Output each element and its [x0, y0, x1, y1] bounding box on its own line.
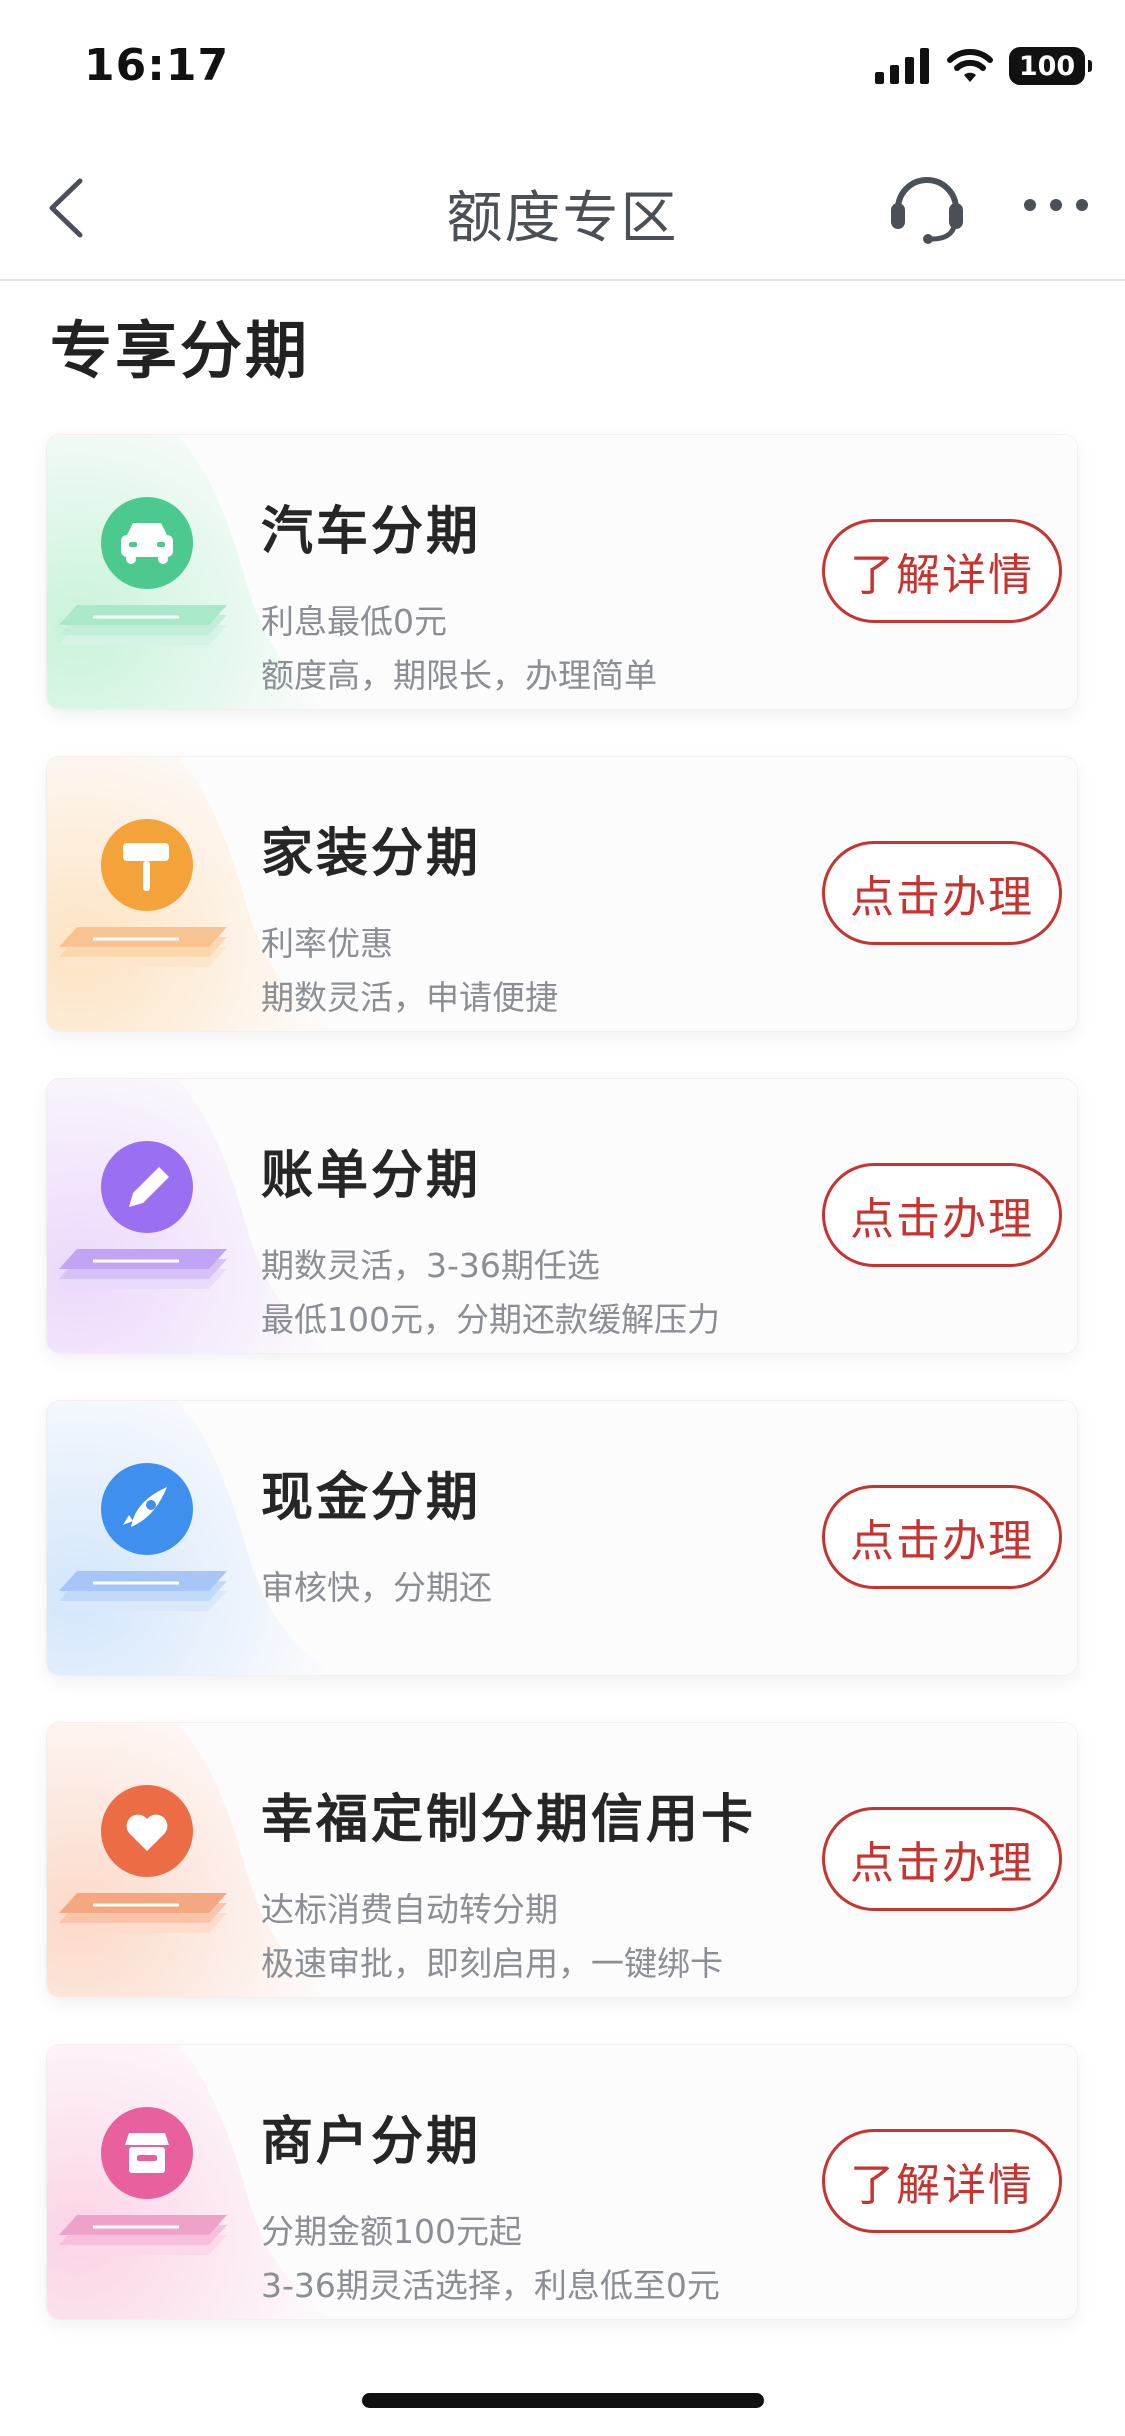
card-home-decor-installment[interactable]: 家装分期 利率优惠 期数灵活，申请便捷 点击办理 — [46, 756, 1078, 1032]
apply-button[interactable]: 点击办理 — [822, 1485, 1062, 1589]
card-subtitle: 期数灵活，3-36期任选 — [261, 1246, 600, 1285]
section-title: 专享分期 — [50, 314, 311, 387]
installment-card-list: 汽车分期 利息最低0元 额度高，期限长，办理简单 了解详情 家装分期 利率优惠 … — [46, 434, 1078, 2366]
signal-icon — [875, 48, 929, 84]
store-icon — [59, 2107, 227, 2255]
card-description: 3-36期灵活选择，利息低至0元 — [261, 2266, 720, 2305]
card-title: 商户分期 — [261, 2112, 482, 2172]
status-time: 16:17 — [84, 40, 230, 91]
apply-button[interactable]: 点击办理 — [822, 841, 1062, 945]
nav-bar: 额度专区 — [0, 135, 1125, 281]
card-description: 极速审批，即刻启用，一键绑卡 — [261, 1944, 723, 1983]
card-description: 最低100元，分期还款缓解压力 — [261, 1300, 720, 1339]
card-title: 账单分期 — [261, 1146, 482, 1206]
apply-button[interactable]: 点击办理 — [822, 1163, 1062, 1267]
card-description: 额度高，期限长，办理简单 — [261, 656, 657, 695]
card-happiness-credit-card[interactable]: 幸福定制分期信用卡 达标消费自动转分期 极速审批，即刻启用，一键绑卡 点击办理 — [46, 1722, 1078, 1998]
card-description: 期数灵活，申请便捷 — [261, 978, 558, 1017]
battery-indicator: 100 — [1009, 47, 1092, 85]
card-subtitle: 分期金额100元起 — [261, 2212, 522, 2251]
status-icons: 100 — [875, 44, 1092, 88]
card-title: 现金分期 — [261, 1468, 482, 1528]
wifi-icon — [947, 49, 993, 82]
card-cash-installment[interactable]: 现金分期 审核快，分期还 点击办理 — [46, 1400, 1078, 1676]
card-car-installment[interactable]: 汽车分期 利息最低0元 额度高，期限长，办理简单 了解详情 — [46, 434, 1078, 710]
card-subtitle: 达标消费自动转分期 — [261, 1890, 558, 1929]
card-subtitle: 审核快，分期还 — [261, 1568, 492, 1607]
card-subtitle: 利率优惠 — [261, 924, 393, 963]
home-indicator[interactable] — [362, 2393, 764, 2408]
apply-button[interactable]: 点击办理 — [822, 1807, 1062, 1911]
learn-more-button[interactable]: 了解详情 — [822, 2129, 1062, 2233]
car-icon — [59, 497, 227, 645]
card-bill-installment[interactable]: 账单分期 期数灵活，3-36期任选 最低100元，分期还款缓解压力 点击办理 — [46, 1078, 1078, 1354]
headset-icon[interactable] — [888, 165, 966, 245]
status-bar: 16:17 100 — [0, 0, 1125, 135]
heart-icon — [59, 1785, 227, 1933]
paint-roller-icon — [59, 819, 227, 967]
card-title: 幸福定制分期信用卡 — [261, 1790, 757, 1850]
card-title: 家装分期 — [261, 824, 482, 884]
learn-more-button[interactable]: 了解详情 — [822, 519, 1062, 623]
card-subtitle: 利息最低0元 — [261, 602, 447, 641]
more-dots-icon[interactable] — [1020, 195, 1092, 215]
rocket-icon — [59, 1463, 227, 1611]
pencil-icon — [59, 1141, 227, 1289]
card-title: 汽车分期 — [261, 502, 482, 562]
card-merchant-installment[interactable]: 商户分期 分期金额100元起 3-36期灵活选择，利息低至0元 了解详情 — [46, 2044, 1078, 2320]
